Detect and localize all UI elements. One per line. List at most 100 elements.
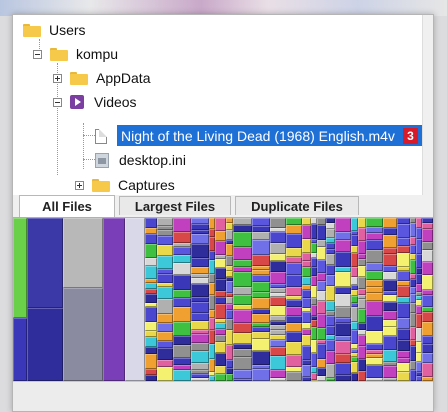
- treemap-tile[interactable]: [366, 240, 383, 250]
- treemap-tile[interactable]: [215, 241, 226, 255]
- treemap-tile[interactable]: [103, 218, 125, 381]
- treemap-tile[interactable]: [157, 323, 173, 332]
- treemap-tile[interactable]: [302, 346, 311, 360]
- treemap-tile[interactable]: [252, 232, 270, 240]
- treemap-tile[interactable]: [351, 330, 358, 344]
- treemap-tile[interactable]: [233, 310, 252, 323]
- treemap-tile[interactable]: [358, 299, 366, 309]
- treemap-tile[interactable]: [173, 275, 191, 290]
- treemap-tile[interactable]: [145, 266, 157, 279]
- treemap-tile[interactable]: [157, 236, 173, 245]
- treemap-tile[interactable]: [383, 336, 397, 350]
- tree-item-kompu[interactable]: kompu: [33, 43, 118, 65]
- treemap-tile[interactable]: [422, 344, 433, 353]
- treemap-tile[interactable]: [233, 232, 252, 247]
- treemap-tile[interactable]: [366, 263, 383, 271]
- treemap-tile[interactable]: [270, 261, 286, 272]
- treemap-tile[interactable]: [422, 295, 433, 307]
- treemap-tile[interactable]: [422, 262, 433, 275]
- treemap-tile[interactable]: [302, 253, 311, 261]
- tree-item-desktop-ini[interactable]: desktop.ini: [95, 149, 186, 171]
- treemap-tile[interactable]: [157, 299, 173, 314]
- treemap-tile[interactable]: [383, 311, 397, 320]
- treemap-tile[interactable]: [383, 218, 397, 228]
- treemap-tile[interactable]: [397, 340, 410, 351]
- treemap-tile[interactable]: [233, 357, 252, 370]
- treemap-tile[interactable]: [233, 323, 252, 333]
- treemap-tile[interactable]: [13, 318, 27, 381]
- treemap-tile[interactable]: [366, 233, 383, 240]
- treemap-tile[interactable]: [383, 235, 397, 248]
- treemap-tile[interactable]: [383, 272, 397, 280]
- treemap-tile[interactable]: [157, 348, 173, 360]
- treemap-tile[interactable]: [326, 364, 335, 378]
- tree-item-captures[interactable]: Captures: [75, 174, 175, 196]
- treemap-tile[interactable]: [157, 274, 173, 283]
- treemap-tile[interactable]: [157, 218, 173, 226]
- treemap-tile[interactable]: [317, 260, 326, 273]
- treemap-tile[interactable]: [63, 288, 103, 381]
- treemap-tile[interactable]: [191, 321, 209, 330]
- treemap-tile[interactable]: [226, 256, 233, 266]
- treemap-tile[interactable]: [335, 307, 351, 318]
- treemap-tile[interactable]: [286, 372, 302, 381]
- treemap-tile[interactable]: [286, 248, 302, 257]
- treemap-tile[interactable]: [335, 240, 351, 252]
- treemap-tile[interactable]: [191, 267, 209, 274]
- treemap-tile[interactable]: [397, 271, 410, 281]
- tab-all-files[interactable]: All Files: [19, 195, 115, 217]
- treemap-tile[interactable]: [351, 218, 358, 231]
- treemap-tile[interactable]: [233, 225, 252, 232]
- treemap-tile[interactable]: [397, 351, 410, 358]
- treemap-tile[interactable]: [351, 322, 358, 330]
- treemap-tile[interactable]: [270, 340, 286, 347]
- treemap-tile[interactable]: [173, 263, 191, 275]
- treemap-tile[interactable]: [397, 253, 410, 267]
- tree-item-users[interactable]: Users: [23, 19, 86, 41]
- treemap-tile[interactable]: [335, 287, 351, 294]
- treemap-tile[interactable]: [366, 358, 383, 365]
- treemap-tile[interactable]: [252, 298, 270, 309]
- treemap-tile[interactable]: [286, 287, 302, 296]
- treemap-tile[interactable]: [215, 279, 226, 291]
- treemap-tile[interactable]: [226, 345, 233, 360]
- treemap-tile[interactable]: [233, 349, 252, 357]
- treemap-tile[interactable]: [358, 309, 366, 323]
- treemap-tile[interactable]: [351, 362, 358, 373]
- treemap-tile[interactable]: [233, 247, 252, 260]
- treemap-tile[interactable]: [422, 336, 433, 344]
- treemap-tile[interactable]: [215, 231, 226, 241]
- treemap-tile[interactable]: [302, 225, 311, 239]
- treemap-tile[interactable]: [326, 286, 335, 301]
- treemap-tile[interactable]: [191, 334, 209, 343]
- expand-icon[interactable]: [75, 180, 84, 190]
- treemap-tile[interactable]: [173, 370, 191, 381]
- treemap-tile[interactable]: [383, 350, 397, 362]
- treemap-tile[interactable]: [358, 241, 366, 254]
- treemap-tile[interactable]: [317, 291, 326, 301]
- treemap-tile[interactable]: [358, 346, 366, 359]
- treemap-tile[interactable]: [383, 254, 397, 266]
- treemap-tile[interactable]: [351, 307, 358, 322]
- treemap-tile[interactable]: [351, 246, 358, 253]
- treemap-tile[interactable]: [145, 322, 157, 331]
- treemap-tile[interactable]: [366, 218, 383, 227]
- treemap-tile[interactable]: [145, 294, 157, 303]
- treemap-tile[interactable]: [358, 228, 366, 241]
- treemap-tile[interactable]: [383, 280, 397, 291]
- treemap-tile[interactable]: [422, 322, 433, 336]
- treemap-tile[interactable]: [286, 218, 302, 225]
- treemap-tile[interactable]: [422, 250, 433, 262]
- treemap-tile[interactable]: [317, 247, 326, 260]
- treemap-tile[interactable]: [335, 323, 351, 336]
- treemap-tile[interactable]: [145, 258, 157, 266]
- treemap-tile[interactable]: [302, 335, 311, 346]
- treemap-tile[interactable]: [145, 337, 157, 347]
- treemap-tile[interactable]: [191, 343, 209, 351]
- treemap-tile[interactable]: [326, 351, 335, 364]
- treemap-tile[interactable]: [157, 341, 173, 348]
- treemap-tile[interactable]: [252, 255, 270, 266]
- treemap-tile[interactable]: [317, 328, 326, 340]
- treemap-tile[interactable]: [270, 356, 286, 370]
- treemap-tile[interactable]: [157, 367, 173, 381]
